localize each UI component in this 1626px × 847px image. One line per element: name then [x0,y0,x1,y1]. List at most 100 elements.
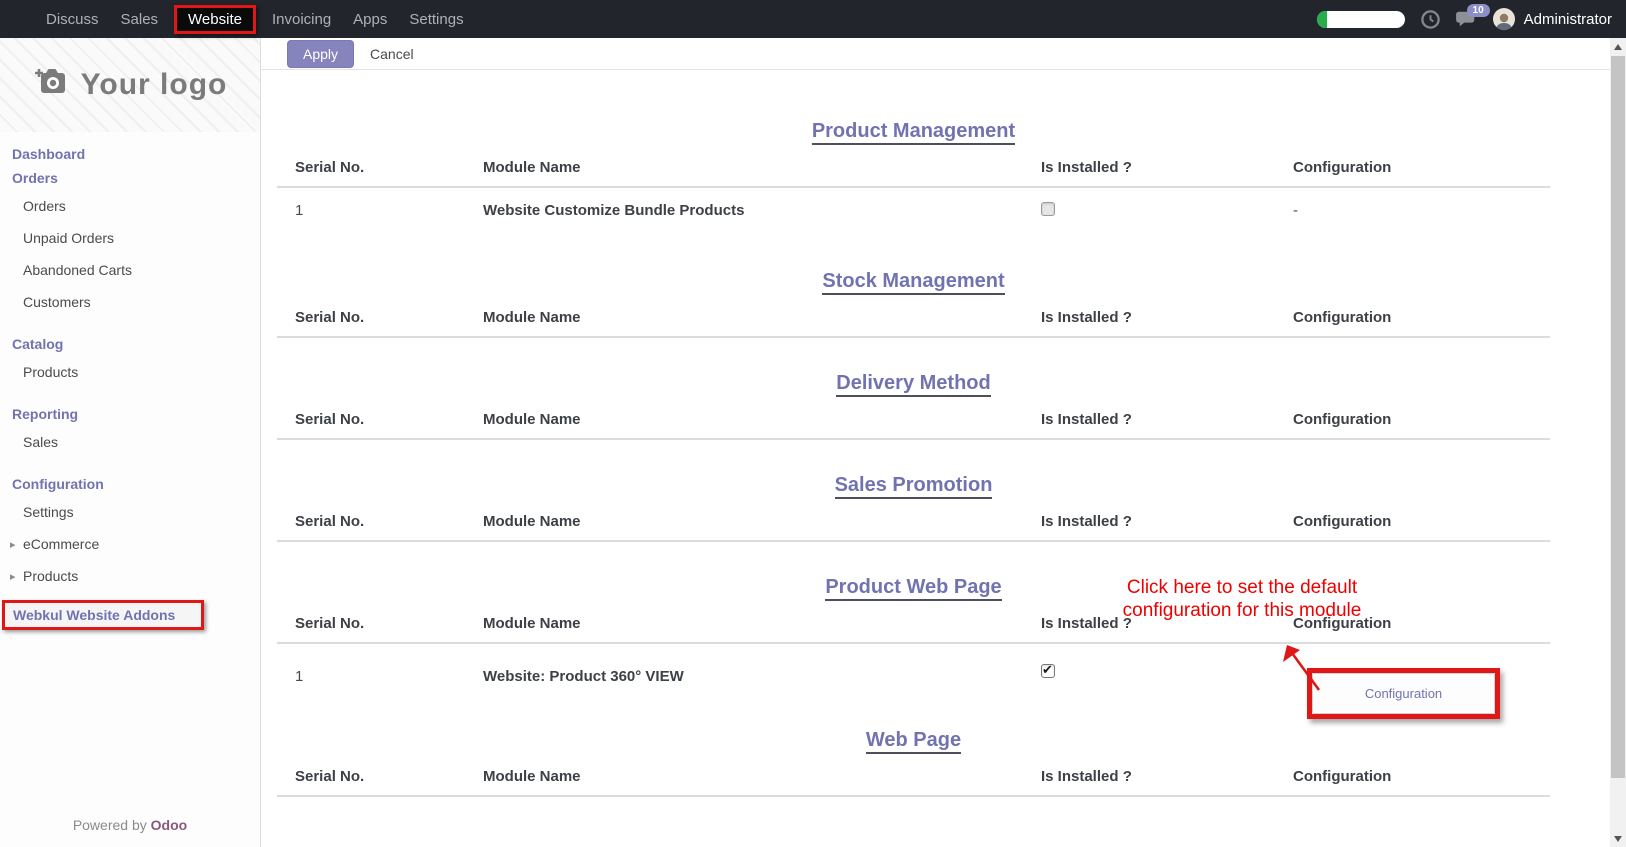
menu-invoicing[interactable]: Invoicing [261,5,342,34]
section-heading: Product Web Page [277,576,1550,599]
column-header-serial: Serial No. [277,159,483,187]
chevron-right-icon: ▸ [10,538,17,551]
section-title-link[interactable]: Web Page [866,729,961,754]
messages-icon[interactable]: 10 [1456,9,1478,29]
timer-progress-bar[interactable] [1317,11,1405,28]
form-toolbar: Apply Cancel [261,38,1610,70]
section-heading: Stock Management [277,270,1550,293]
top-menu-bar: DiscussSalesWebsiteInvoicingAppsSettings… [0,0,1626,38]
column-header-serial: Serial No. [277,768,483,796]
apply-button[interactable]: Apply [287,40,354,68]
section-product-management: Product Management Serial No.Module NameI… [277,120,1550,236]
sidebar-item-ecommerce[interactable]: ▸ eCommerce [0,528,260,560]
sidebar-item-reporting[interactable]: Reporting [0,402,260,426]
column-header-serial: Serial No. [277,513,483,541]
section-title-link[interactable]: Delivery Method [836,372,990,397]
sidebar-item-unpaid-orders[interactable]: Unpaid Orders [0,222,260,254]
sidebar-item-products[interactable]: ▸Products [0,560,260,592]
sidebar-item-label: Sales [23,434,58,450]
cell-is-installed [1041,187,1293,236]
sidebar-item-webkul-website-addons[interactable]: Webkul Website Addons [2,600,204,630]
table-row: 1Website: Product 360° VIEW Configuration [277,643,1550,719]
menu-website[interactable]: Website [174,5,256,34]
activity-clock-icon[interactable] [1420,9,1441,30]
menu-settings[interactable]: Settings [398,5,474,34]
module-sections: Product ManagementSerial No.Module NameI… [261,120,1610,797]
sidebar-item-settings[interactable]: Settings [0,496,260,528]
scroll-up-arrow[interactable] [1610,38,1626,55]
sidebar-item-label: Customers [23,294,91,310]
section-title-link[interactable]: Product Web Page [825,576,1001,601]
section-heading: Product Management [277,120,1550,143]
column-header-module: Module Name [483,768,1041,796]
sidebar-item-configuration[interactable]: Configuration [0,472,260,496]
module-table: Serial No.Module NameIs Installed ?Confi… [277,513,1550,542]
logo-area: Your logo [0,38,260,132]
cell-serial: 1 [277,643,483,719]
section-title-link[interactable]: Product Management [812,120,1015,145]
user-avatar[interactable] [1493,8,1515,30]
sidebar-item-label: Dashboard [12,146,85,162]
column-header-installed: Is Installed ? [1041,768,1293,796]
topbar-right: 10 Administrator [1317,8,1626,30]
sidebar-item-label: Catalog [12,336,63,352]
section-web-page: Web Page Serial No.Module NameIs Installe… [277,729,1550,797]
column-header-configuration: Configuration [1293,411,1550,439]
sidebar-item-abandoned-carts[interactable]: Abandoned Carts [0,254,260,286]
sidebar-item-label: eCommerce [23,536,99,552]
powered-by: Powered by Odoo [0,817,260,833]
sidebar-nav: DashboardOrdersOrdersUnpaid OrdersAbando… [0,132,260,630]
column-header-serial: Serial No. [277,309,483,337]
sidebar-item-orders[interactable]: Orders [0,190,260,222]
column-header-serial: Serial No. [277,615,483,643]
column-header-installed: Is Installed ? [1041,513,1293,541]
table-header-row: Serial No.Module NameIs Installed ?Confi… [277,309,1550,337]
cell-module-name: Website: Product 360° VIEW [483,643,1041,719]
section-product-web-page: Product Web Page Serial No.Module NameIs … [277,576,1550,719]
column-header-serial: Serial No. [277,411,483,439]
vertical-scrollbar[interactable] [1610,38,1626,847]
module-table: Serial No.Module NameIs Installed ?Confi… [277,159,1550,236]
timer-progress-fill [1317,11,1327,28]
column-header-configuration: Configuration [1293,309,1550,337]
sidebar-item-label: Settings [23,504,74,520]
installed-checkbox-checked[interactable] [1041,664,1055,678]
app-menus: DiscussSalesWebsiteInvoicingAppsSettings [35,5,475,34]
menu-apps[interactable]: Apps [342,5,398,34]
logo-text: Your logo [81,68,228,102]
module-table: Serial No.Module NameIs Installed ?Confi… [277,309,1550,338]
sidebar-item-catalog[interactable]: Catalog [0,332,260,356]
main-content: Apply Cancel Product Management Serial No… [261,38,1610,847]
sidebar-item-products[interactable]: Products [0,356,260,388]
section-heading: Sales Promotion [277,474,1550,497]
column-header-configuration: Configuration [1293,513,1550,541]
sidebar-item-customers[interactable]: Customers [0,286,260,318]
sidebar: Your logo DashboardOrdersOrdersUnpaid Or… [0,38,261,847]
section-sales-promotion: Sales Promotion Serial No.Module NameIs I… [277,474,1550,542]
module-table: Serial No.Module NameIs Installed ?Confi… [277,615,1550,719]
table-row: 1Website Customize Bundle Products- [277,187,1550,236]
highlight-frame: Configuration [1307,668,1500,719]
sidebar-item-orders[interactable]: Orders [0,166,260,190]
scroll-down-arrow[interactable] [1610,830,1626,847]
menu-discuss[interactable]: Discuss [35,5,110,34]
section-title-link[interactable]: Stock Management [822,270,1004,295]
configuration-button[interactable]: Configuration [1312,673,1495,714]
camera-logo-icon [33,67,71,104]
chevron-right-icon: ▸ [10,570,17,583]
column-header-module: Module Name [483,159,1041,187]
section-title-link[interactable]: Sales Promotion [835,474,993,499]
sidebar-item-dashboard[interactable]: Dashboard [0,142,260,166]
sidebar-item-sales[interactable]: Sales [0,426,260,458]
scrollbar-thumb[interactable] [1611,56,1625,778]
cell-module-name: Website Customize Bundle Products [483,187,1041,236]
menu-sales[interactable]: Sales [110,5,170,34]
user-name[interactable]: Administrator [1524,11,1612,28]
odoo-brand-link[interactable]: Odoo [151,817,188,833]
installed-checkbox-unchecked[interactable] [1041,202,1055,216]
cancel-button[interactable]: Cancel [370,46,414,62]
sidebar-item-label: Configuration [12,476,104,492]
column-header-installed: Is Installed ? [1041,411,1293,439]
cell-configuration: - [1293,187,1550,236]
table-header-row: Serial No.Module NameIs Installed ?Confi… [277,513,1550,541]
